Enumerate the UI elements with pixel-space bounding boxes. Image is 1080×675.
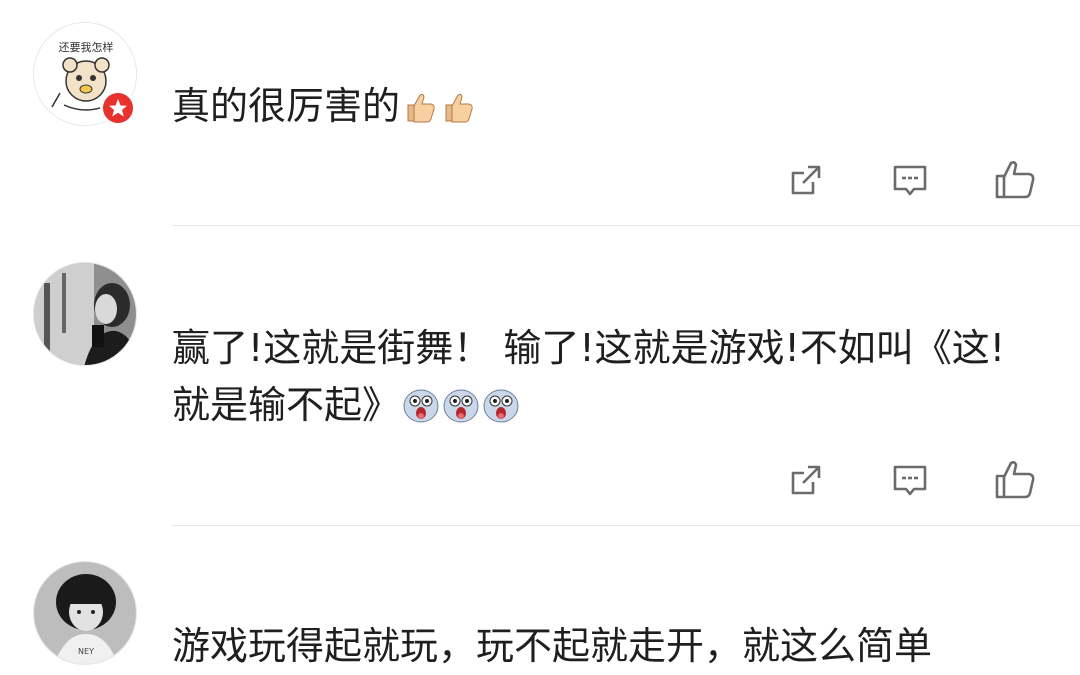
reply-icon bbox=[893, 465, 927, 496]
share-icon bbox=[791, 465, 821, 495]
comment-line-2: 就是输不起》 bbox=[172, 383, 401, 427]
comment-text: 真的很厉害的 bbox=[172, 78, 1052, 141]
comment-actions bbox=[780, 156, 1050, 204]
comment-text-content: 游戏玩得起就玩，玩不起就走开，就这么简单 bbox=[172, 624, 933, 668]
comment-line-1: 赢了!这就是街舞！ 输了!这就是游戏!不如叫《这! bbox=[172, 326, 1006, 370]
comment-text: 赢了!这就是街舞！ 输了!这就是游戏!不如叫《这! 就是输不起》 bbox=[172, 320, 1052, 440]
comment-text: 游戏玩得起就玩，玩不起就走开，就这么简单 bbox=[172, 618, 1052, 675]
reply-button[interactable] bbox=[886, 156, 934, 204]
surprised-face-emoji bbox=[402, 383, 440, 440]
share-button[interactable] bbox=[782, 156, 830, 204]
like-button[interactable] bbox=[991, 456, 1039, 504]
svg-text:NEY: NEY bbox=[78, 647, 94, 656]
like-button[interactable] bbox=[991, 156, 1039, 204]
comment-text-content: 真的很厉害的 bbox=[172, 84, 401, 128]
comment-actions bbox=[780, 456, 1050, 504]
share-button[interactable] bbox=[782, 456, 830, 504]
reply-icon bbox=[893, 165, 927, 196]
avatar[interactable]: NEY bbox=[33, 561, 137, 665]
thumbs-up-emoji bbox=[402, 84, 438, 141]
surprised-face-emoji bbox=[482, 383, 520, 440]
like-icon bbox=[995, 161, 1035, 199]
divider bbox=[172, 225, 1080, 226]
thumbs-up-emoji bbox=[440, 84, 476, 141]
comment-1: 还要我怎样 真的很厉害的 bbox=[0, 0, 1080, 226]
avatar-caption: 还要我怎样 bbox=[59, 40, 114, 54]
surprised-face-emoji bbox=[442, 383, 480, 440]
red-star-badge bbox=[100, 90, 136, 126]
like-icon bbox=[995, 461, 1035, 499]
avatar[interactable] bbox=[33, 262, 137, 366]
reply-button[interactable] bbox=[886, 456, 934, 504]
divider bbox=[172, 525, 1080, 526]
share-icon bbox=[791, 165, 821, 195]
